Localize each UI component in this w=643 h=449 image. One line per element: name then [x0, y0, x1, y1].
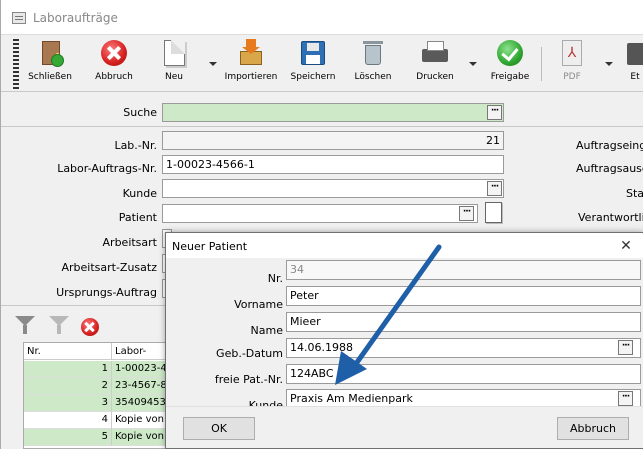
cell-nr: 4 — [24, 412, 112, 429]
table-row[interactable]: 4 Kopie von — [24, 412, 170, 429]
firstname-label: Vorname — [234, 298, 283, 311]
remove-filter-icon[interactable] — [81, 318, 99, 336]
label-printer-icon — [623, 39, 643, 67]
origin-order-label: Ursprungs-Auftrag — [56, 286, 157, 299]
cell-order: Kopie von — [112, 429, 170, 446]
free-pat-nr-field[interactable]: 124ABC — [286, 364, 641, 384]
lastname-label: Name — [250, 324, 283, 337]
dialog-title: Neuer Patient — [172, 240, 248, 253]
customer-field[interactable] — [162, 179, 504, 198]
order-received-label: Auftragseingan — [576, 139, 643, 152]
patient-label: Patient — [118, 211, 157, 224]
printer-icon — [421, 39, 449, 67]
dialog-footer: OK Abbruch — [166, 406, 643, 448]
birthdate-field[interactable]: 14.06.1988 — [286, 338, 641, 358]
patient-browse-button[interactable]: ··· — [459, 206, 474, 221]
main-window: Laboraufträge Schließen Abbruch Neu Impo… — [0, 0, 643, 449]
list-toolbar — [1, 308, 161, 342]
responsible-label: Verantwortlich — [578, 211, 643, 224]
filter-icon[interactable] — [15, 316, 35, 336]
cell-nr: 2 — [24, 378, 112, 395]
abort-button[interactable]: Abbruch — [89, 39, 139, 89]
delete-button[interactable]: Löschen — [349, 39, 397, 89]
close-button[interactable]: Schließen — [27, 39, 73, 89]
column-header-nr[interactable]: Nr. — [24, 343, 112, 360]
checkmark-icon — [496, 39, 524, 67]
app-icon — [12, 12, 26, 24]
cancel-button[interactable]: Abbruch — [557, 417, 629, 440]
birthdate-label: Geb.-Datum — [216, 347, 283, 360]
work-type-extra-label: Arbeitsart-Zusatz — [61, 261, 157, 274]
cell-order: 1-00023-45 — [112, 361, 170, 378]
pdf-dropdown-arrow[interactable] — [605, 62, 613, 66]
exit-door-icon — [36, 39, 64, 67]
print-button[interactable]: Drucken — [411, 39, 459, 89]
pdf-icon: ⅄ — [558, 39, 586, 67]
labor-order-nr-field[interactable]: 1-00023-4566-1 — [162, 155, 504, 174]
save-disk-icon — [299, 39, 327, 67]
new-dropdown-arrow[interactable] — [209, 62, 217, 66]
search-input[interactable] — [162, 103, 504, 122]
new-document-icon — [160, 39, 188, 67]
order-dispatched-label: Auftragsausgan — [576, 162, 643, 175]
customer-label: Kunde — [122, 187, 157, 200]
cell-nr: 3 — [24, 395, 112, 412]
dialog-close-icon[interactable]: ✕ — [616, 237, 636, 255]
lastname-field[interactable]: Mieer — [286, 312, 641, 332]
save-button[interactable]: Speichern — [289, 39, 337, 89]
table-row[interactable]: 2 23-4567-89 — [24, 378, 170, 395]
import-button[interactable]: Importieren — [223, 39, 279, 89]
search-browse-button[interactable]: ··· — [487, 105, 502, 120]
table-row[interactable]: 1 1-00023-45 — [24, 361, 170, 378]
column-header-order[interactable]: Labor-Auftr — [112, 343, 170, 374]
divider — [1, 126, 643, 127]
table-row[interactable]: 3 354094530 — [24, 395, 170, 412]
orders-table: Nr. Labor-Auftr 1 1-00023-45 2 23-4567-8… — [23, 342, 171, 449]
new-patient-dialog: Neuer Patient ✕ Nr. 34 Vorname Peter Nam… — [165, 232, 643, 449]
lab-nr-field[interactable]: 21 — [162, 131, 504, 150]
date-picker-button[interactable]: ··· — [618, 340, 633, 355]
patient-field[interactable] — [162, 204, 478, 223]
title-bar: Laboraufträge — [1, 0, 643, 34]
toolbar: Schließen Abbruch Neu Importieren Speich… — [1, 34, 643, 92]
cell-nr: 5 — [24, 429, 112, 446]
new-patient-button[interactable] — [482, 201, 504, 225]
dialog-customer-browse-button[interactable]: ··· — [618, 391, 633, 406]
window-title: Laboraufträge — [33, 11, 118, 25]
release-button[interactable]: Freigabe — [487, 39, 533, 89]
labor-order-nr-label: Labor-Auftrags-Nr. — [57, 162, 157, 175]
firstname-field[interactable]: Peter — [286, 286, 641, 306]
cell-nr: 1 — [24, 361, 112, 378]
new-button[interactable]: Neu — [151, 39, 197, 89]
table-row[interactable]: 5 Kopie von — [24, 429, 170, 446]
print-dropdown-arrow[interactable] — [469, 62, 477, 66]
search-label: Suche — [123, 106, 157, 119]
toolbar-grip[interactable] — [13, 39, 19, 89]
customer-browse-button[interactable]: ··· — [487, 181, 502, 196]
cell-order: 354094530 — [112, 395, 170, 412]
lab-nr-label: Lab.-Nr. — [114, 139, 157, 152]
ok-button[interactable]: OK — [183, 417, 255, 440]
toolbar-separator — [541, 47, 542, 81]
work-type-label: Arbeitsart — [102, 236, 157, 249]
cancel-icon — [100, 39, 128, 67]
patient-nr-label: Nr. — [267, 272, 283, 285]
new-document-icon — [485, 202, 502, 223]
free-pat-nr-label: freie Pat.-Nr. — [214, 373, 283, 386]
cell-order: 23-4567-89 — [112, 378, 170, 395]
pdf-button[interactable]: ⅄ PDF — [549, 39, 595, 89]
status-label: Stat — [626, 187, 643, 200]
trash-icon — [359, 39, 387, 67]
patient-nr-field[interactable]: 34 — [286, 260, 641, 280]
cell-order: Kopie von — [112, 412, 170, 429]
import-icon — [237, 39, 265, 67]
et-button[interactable]: Et — [623, 39, 643, 89]
dialog-body: Nr. 34 Vorname Peter Name Mieer Geb.-Dat… — [166, 258, 643, 412]
filter-clear-icon[interactable] — [49, 316, 69, 336]
